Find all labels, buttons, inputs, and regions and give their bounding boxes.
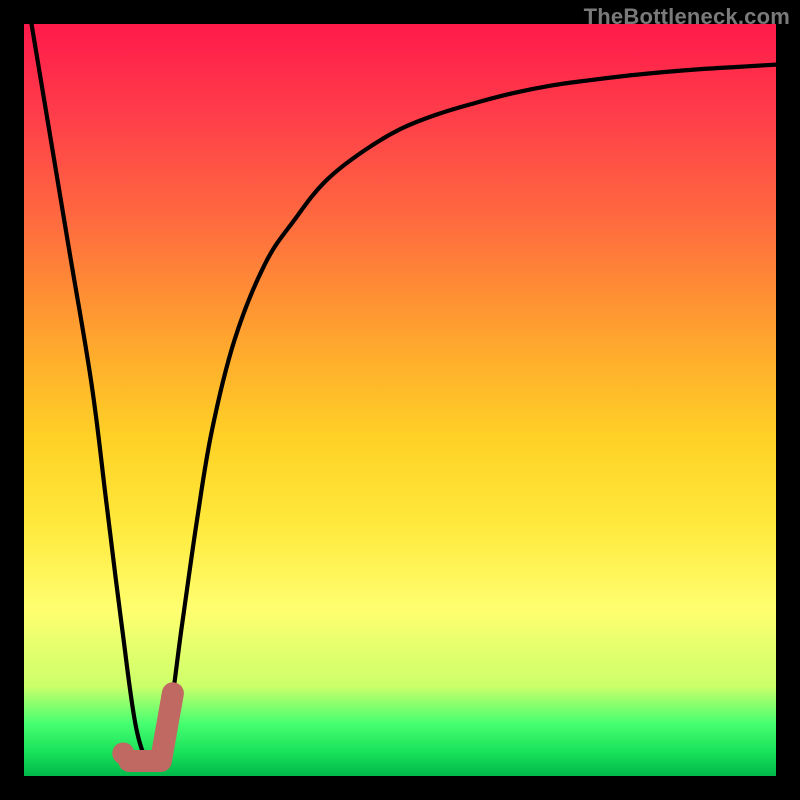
selected-point-dot — [112, 742, 134, 764]
watermark-label: TheBottleneck.com — [584, 4, 790, 30]
plot-area — [24, 24, 776, 776]
plot-svg — [24, 24, 776, 776]
chart-frame: TheBottleneck.com — [0, 0, 800, 800]
bottleneck-curve — [32, 24, 776, 761]
